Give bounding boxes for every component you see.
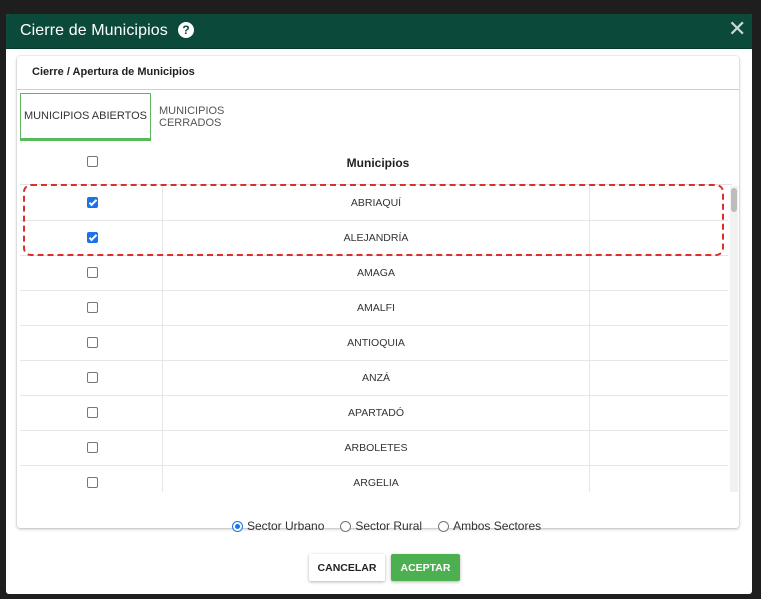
- table-row: ANTIOQUIA: [20, 326, 728, 361]
- municipios-list: ABRIAQUÍ ALEJANDRÍA AMAGA AMALFI ANTIOQUIA AN…: [20, 186, 728, 492]
- column-header-municipios: Municipios: [346, 156, 410, 170]
- radio-button[interactable]: [340, 520, 352, 532]
- table-row: APARTADÓ: [20, 396, 728, 431]
- row-checkbox[interactable]: [87, 267, 98, 278]
- card-header: Cierre / Apertura de Municipios: [17, 56, 739, 90]
- scrollbar[interactable]: [730, 186, 738, 492]
- sector-option-label: Sector Rural: [355, 519, 423, 533]
- table-row: AMAGA: [20, 256, 728, 291]
- row-checkbox[interactable]: [87, 407, 98, 418]
- row-checkbox[interactable]: [87, 302, 98, 313]
- sector-option-label: Ambos Sectores: [453, 519, 542, 533]
- table-row: ABRIAQUÍ: [20, 186, 728, 221]
- row-checkbox-cell: [20, 431, 163, 465]
- dialog-titlebar: Cierre de Municipios ? ✕: [6, 14, 752, 49]
- row-checkbox-cell: [20, 466, 163, 492]
- row-checkbox-cell: [20, 221, 163, 255]
- cierre-municipios-dialog: Cierre de Municipios ? ✕ Cierre / Apertu…: [6, 14, 752, 594]
- row-checkbox[interactable]: [87, 372, 98, 383]
- tabs: MUNICIPIOS ABIERTOS MUNICIPIOS CERRADOS: [20, 93, 736, 141]
- tab-municipios-abiertos[interactable]: MUNICIPIOS ABIERTOS: [20, 93, 151, 141]
- row-checkbox[interactable]: [87, 442, 98, 453]
- table-row: ARBOLETES: [20, 431, 728, 466]
- accept-button[interactable]: ACEPTAR: [391, 554, 460, 581]
- municipio-name: ALEJANDRÍA: [163, 221, 590, 255]
- table-row: ARGELIA: [20, 466, 728, 492]
- row-checkbox-cell: [20, 326, 163, 360]
- municipio-name: ARBOLETES: [163, 431, 590, 465]
- cancel-button[interactable]: CANCELAR: [309, 554, 385, 581]
- row-checkbox[interactable]: [87, 337, 98, 348]
- scrollbar-thumb[interactable]: [731, 188, 737, 212]
- row-checkbox-cell: [20, 291, 163, 325]
- radio-button[interactable]: [232, 520, 243, 532]
- row-checkbox-cell: [20, 396, 163, 430]
- select-all-checkbox[interactable]: [87, 156, 98, 167]
- municipio-name: ANZÁ: [163, 361, 590, 395]
- row-checkbox-cell: [20, 256, 163, 290]
- municipio-name: ARGELIA: [163, 466, 590, 492]
- row-checkbox-cell: [20, 361, 163, 395]
- municipio-name: ANTIOQUIA: [163, 326, 590, 360]
- card-title: Cierre / Apertura de Municipios: [32, 66, 195, 78]
- municipios-card: Cierre / Apertura de Municipios MUNICIPI…: [17, 56, 739, 528]
- sector-option[interactable]: Ambos Sectores: [438, 519, 541, 533]
- sector-radio-group: Sector Urbano Sector Rural Ambos Sectores: [232, 518, 557, 534]
- municipio-name: APARTADÓ: [163, 396, 590, 430]
- sector-option-label: Sector Urbano: [247, 519, 325, 533]
- row-checkbox[interactable]: [87, 477, 98, 488]
- sector-option[interactable]: Sector Rural: [340, 519, 422, 533]
- select-all-checkbox-cell: [87, 156, 98, 167]
- table-row: AMALFI: [20, 291, 728, 326]
- row-checkbox[interactable]: [87, 197, 98, 208]
- row-checkbox[interactable]: [87, 232, 98, 243]
- table-row: ALEJANDRÍA: [20, 221, 728, 256]
- sector-option[interactable]: Sector Urbano: [232, 519, 324, 533]
- table-header: Municipios: [20, 144, 732, 185]
- row-checkbox-cell: [20, 186, 163, 220]
- tab-municipios-cerrados[interactable]: MUNICIPIOS CERRADOS: [159, 93, 279, 140]
- dialog-title: Cierre de Municipios: [20, 22, 168, 39]
- table-row: ANZÁ: [20, 361, 728, 396]
- municipio-name: AMALFI: [163, 291, 590, 325]
- close-icon[interactable]: ✕: [728, 18, 746, 40]
- municipio-name: AMAGA: [163, 256, 590, 290]
- municipio-name: ABRIAQUÍ: [163, 186, 590, 220]
- help-icon[interactable]: ?: [178, 22, 194, 38]
- radio-button[interactable]: [438, 520, 450, 532]
